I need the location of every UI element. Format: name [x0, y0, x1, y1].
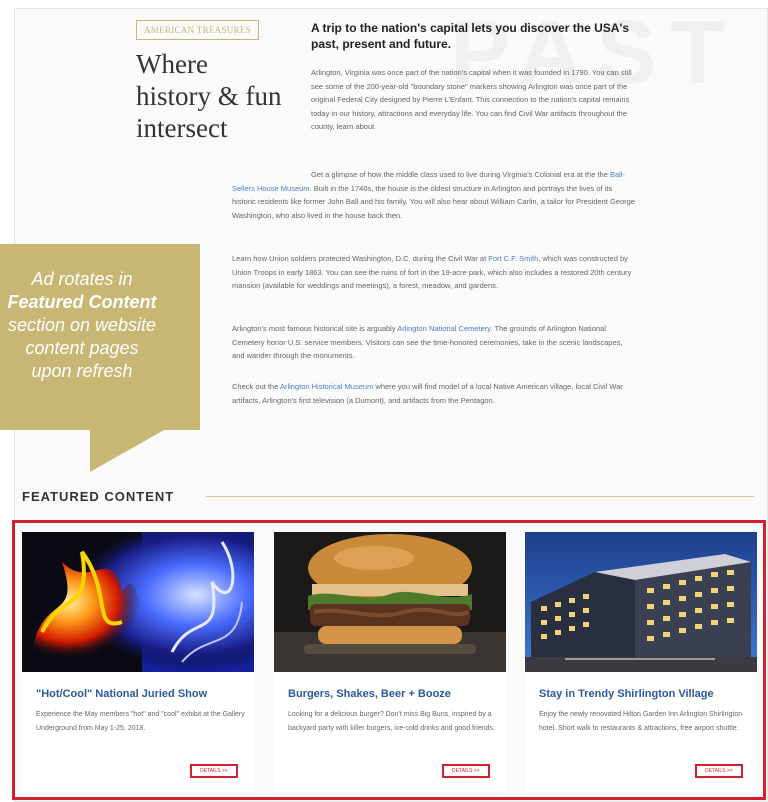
- annotation-callout: Ad rotates in Featured Content section o…: [0, 244, 200, 430]
- details-button[interactable]: DETAILS >>: [190, 764, 238, 778]
- featured-card-3[interactable]: Stay in Trendy Shirlington Village Enjoy…: [525, 532, 757, 794]
- card-description: Experience the May members "hot" and "co…: [36, 711, 245, 732]
- article-paragraph-5: Check out the Arlington Historical Museu…: [232, 380, 636, 407]
- fort-cf-smith-link[interactable]: Fort C.F. Smith: [488, 254, 538, 263]
- article-title: A trip to the nation's capital lets you …: [311, 21, 629, 51]
- article-paragraph-1: Arlington, Virginia was once part of the…: [311, 68, 632, 131]
- featured-content-heading: FEATURED CONTENT: [22, 489, 175, 504]
- callout-text: Ad rotates in Featured Content section o…: [0, 268, 200, 383]
- article-headline: Where history & fun intersect: [136, 49, 282, 143]
- callout-line: content pages: [25, 338, 139, 358]
- callout-line: upon refresh: [31, 361, 133, 381]
- card-title[interactable]: Burgers, Shakes, Beer + Booze: [288, 688, 498, 700]
- card-description: Looking for a delicious burger? Don't mi…: [288, 711, 495, 732]
- article-paragraph-3: Learn how Union soldiers protected Washi…: [232, 252, 636, 293]
- callout-line: Ad rotates in: [31, 269, 133, 289]
- paragraph-text: Arlington's most famous historical site …: [232, 324, 398, 333]
- details-button[interactable]: DETAILS >>: [442, 764, 490, 778]
- details-button[interactable]: DETAILS >>: [695, 764, 743, 778]
- hotel-building-image[interactable]: [525, 532, 757, 672]
- paragraph-text: Learn how Union soldiers protected Washi…: [232, 254, 489, 263]
- paragraph-text: Get a glimpse of how the middle class us…: [311, 170, 610, 179]
- callout-line: Featured Content: [7, 292, 157, 312]
- featured-card-2[interactable]: Burgers, Shakes, Beer + Booze Looking fo…: [274, 532, 506, 794]
- card-title[interactable]: "Hot/Cool" National Juried Show: [36, 688, 246, 700]
- fire-and-smoke-image[interactable]: [22, 532, 254, 672]
- callout-line: section on website: [7, 315, 157, 335]
- burger-image[interactable]: [274, 532, 506, 672]
- card-description: Enjoy the newly renovated Hilton Garden …: [539, 711, 743, 732]
- section-badge: AMERICAN TREASURES: [136, 20, 259, 40]
- card-title[interactable]: Stay in Trendy Shirlington Village: [539, 688, 749, 700]
- arlington-cemetery-link[interactable]: Arlington National Cemetery: [397, 324, 490, 333]
- article-paragraph-2: Get a glimpse of how the middle class us…: [232, 168, 636, 222]
- paragraph-text: Check out the: [232, 382, 280, 391]
- featured-divider: [206, 496, 754, 497]
- article-paragraph-4: Arlington's most famous historical site …: [232, 322, 636, 363]
- arlington-museum-link[interactable]: Arlington Historical Museum: [280, 382, 373, 391]
- callout-pointer: [90, 430, 164, 472]
- featured-card-1[interactable]: "Hot/Cool" National Juried Show Experien…: [22, 532, 254, 794]
